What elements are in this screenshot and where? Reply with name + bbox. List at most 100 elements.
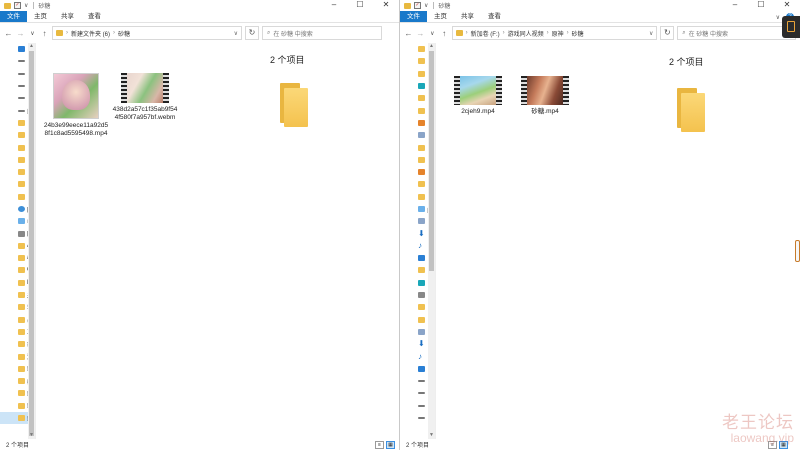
details-view-button[interactable]: ≡: [375, 441, 384, 449]
up-button[interactable]: ↑: [40, 29, 49, 38]
tab-home[interactable]: 主页: [27, 11, 54, 22]
collapse-ribbon-icon[interactable]: ∨: [776, 14, 780, 21]
ribbon-tabs: 文件 主页 共享 查看 ∨ ?: [400, 11, 800, 23]
folder-icon: [18, 316, 25, 323]
file-list[interactable]: 2 个项目 2cjeh9.mp4 砂糖.mp4: [437, 43, 788, 439]
maximize-button[interactable]: ☐: [748, 0, 774, 11]
nav-scrollbar[interactable]: ▲ ▼: [428, 43, 435, 439]
nav-icon: [418, 279, 425, 286]
large-icons-view-button[interactable]: ▦: [386, 441, 395, 449]
nav-icon: [418, 169, 425, 176]
nav-scrollbar[interactable]: ▲ ▼: [28, 43, 35, 439]
breadcrumb-item[interactable]: 游戏同人视频: [508, 29, 544, 38]
folder-icon: [18, 378, 25, 385]
folder-icon: [455, 30, 463, 36]
address-bar[interactable]: › 新建文件夹 (6) › 砂糖 ∨: [52, 26, 242, 40]
scroll-down-icon[interactable]: ▼: [428, 432, 435, 439]
nav-icon: [418, 292, 425, 299]
nav-icon: [418, 404, 425, 407]
tab-home[interactable]: 主页: [427, 11, 454, 22]
scroll-down-icon[interactable]: ▼: [28, 432, 35, 439]
tab-view[interactable]: 查看: [481, 11, 508, 22]
scrollbar-thumb[interactable]: [29, 51, 34, 436]
divider: [433, 2, 435, 9]
address-row: ← → ∨ ↑ › 新加卷 (F:) › 游戏同人视频 › 原神 › 砂糖 ∨ …: [400, 23, 800, 43]
address-dropdown-icon[interactable]: ∨: [649, 30, 653, 37]
refresh-button[interactable]: ↻: [660, 26, 675, 40]
title-bar: ✓ ∨ 砂糖 – ☐ ✕: [400, 0, 800, 11]
edge-handle[interactable]: [795, 240, 800, 262]
address-dropdown-icon[interactable]: ∨: [234, 30, 238, 37]
nav-icon: [418, 328, 425, 335]
up-button[interactable]: ↑: [440, 29, 449, 38]
quick-access-dropdown-icon[interactable]: ∨: [424, 2, 428, 9]
floating-app-widget[interactable]: [782, 16, 800, 38]
explorer-window-left: ✓ ∨ 砂糖 – ☐ ✕ 文件 主页 共享 查看 ← → ∨ ↑ › 新建文件夹…: [0, 0, 400, 450]
divider: [33, 2, 35, 9]
file-item[interactable]: 438d2a57c1f35ab9f544f580f7a957bf.webm: [112, 73, 178, 122]
properties-icon[interactable]: ✓: [14, 2, 21, 9]
file-name: 砂糖.mp4: [531, 108, 559, 115]
minimize-button[interactable]: –: [321, 0, 347, 11]
file-name: 24b3e99eece11a92d58f1c8ad5595498.mp4: [43, 122, 109, 137]
file-list[interactable]: 2 个项目 24b3e99eece11a92d58f1c8ad5595498.m…: [37, 43, 387, 439]
status-text: 2 个项目: [406, 443, 430, 449]
breadcrumb-item[interactable]: 砂糖: [118, 29, 130, 38]
recent-locations-button[interactable]: ∨: [428, 30, 437, 37]
address-bar[interactable]: › 新加卷 (F:) › 游戏同人视频 › 原神 › 砂糖 ∨: [451, 26, 658, 40]
scroll-up-icon[interactable]: ▲: [28, 43, 35, 50]
chevron-right-icon: ›: [113, 30, 116, 36]
tab-file[interactable]: 文件: [400, 11, 427, 22]
forward-button[interactable]: →: [16, 29, 25, 38]
file-item[interactable]: 砂糖.mp4: [512, 76, 578, 116]
cup-icon: [787, 21, 795, 32]
refresh-button[interactable]: ↻: [245, 26, 259, 40]
watermark: 老王论坛 laowang.vip: [722, 414, 794, 445]
window-title: 砂糖: [438, 4, 451, 10]
nav-icon: [418, 255, 425, 262]
tab-file[interactable]: 文件: [0, 11, 27, 22]
search-input[interactable]: ⌕ 在 砂糖 中搜索: [262, 26, 382, 40]
file-item[interactable]: 2cjeh9.mp4: [445, 76, 511, 116]
quick-access-dropdown-icon[interactable]: ∨: [24, 2, 28, 9]
recent-locations-button[interactable]: ∨: [28, 30, 37, 37]
tab-share[interactable]: 共享: [454, 11, 481, 22]
breadcrumb-item[interactable]: 砂糖: [572, 29, 584, 38]
forward-button[interactable]: →: [416, 29, 425, 38]
navigation-pane[interactable]: 此⬇♪⬇♪ ▲ ▼: [400, 43, 436, 439]
tab-share[interactable]: 共享: [54, 11, 81, 22]
breadcrumb-item[interactable]: 新加卷 (F:): [471, 29, 500, 38]
folder-icon: [18, 193, 25, 200]
explorer-window-right: ✓ ∨ 砂糖 – ☐ ✕ 文件 主页 共享 查看 ∨ ? ← → ∨ ↑ › 新…: [400, 0, 800, 450]
search-input[interactable]: ⌕ 在 砂糖 中搜索: [677, 26, 797, 40]
folder-icon: [18, 181, 25, 188]
tab-view[interactable]: 查看: [81, 11, 108, 22]
file-name: 438d2a57c1f35ab9f544f580f7a957bf.webm: [112, 106, 178, 121]
maximize-button[interactable]: ☐: [347, 0, 373, 11]
window-controls: – ☐ ✕: [722, 0, 800, 11]
breadcrumb-item[interactable]: 原神: [552, 29, 564, 38]
back-button[interactable]: ←: [4, 29, 13, 38]
navigation-pane[interactable]: 此网电国AaCM未零暴工软迷新教新新新 ▲ ▼: [0, 43, 36, 439]
folder-icon: [418, 156, 425, 163]
close-button[interactable]: ✕: [774, 0, 800, 11]
folder-icon: [18, 156, 25, 163]
nav-icon: [18, 230, 25, 237]
chevron-right-icon: ›: [566, 30, 569, 36]
folder-icon: [18, 341, 25, 348]
folder-icon: [56, 30, 63, 36]
folder-icon: [18, 402, 25, 409]
file-item[interactable]: 24b3e99eece11a92d58f1c8ad5595498.mp4: [43, 73, 109, 138]
chevron-right-icon: ›: [502, 30, 505, 36]
scroll-up-icon[interactable]: ▲: [428, 43, 435, 50]
file-name: 2cjeh9.mp4: [461, 108, 495, 115]
folder-icon: [418, 316, 425, 323]
breadcrumb-item[interactable]: 新建文件夹 (6): [71, 29, 110, 38]
folder-icon: [18, 119, 25, 126]
minimize-button[interactable]: –: [722, 0, 748, 11]
nav-icon: [18, 218, 25, 225]
scrollbar-thumb[interactable]: [429, 51, 434, 271]
close-button[interactable]: ✕: [373, 0, 399, 11]
back-button[interactable]: ←: [404, 29, 413, 38]
properties-icon[interactable]: ✓: [414, 2, 421, 9]
